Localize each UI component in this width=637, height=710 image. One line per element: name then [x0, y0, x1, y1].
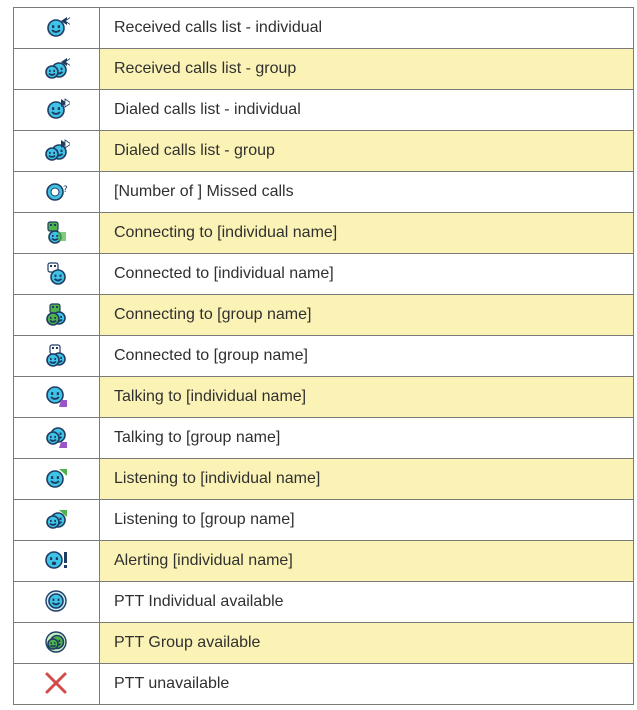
- legend-description: [Number of ] Missed calls: [99, 171, 634, 213]
- legend-description: Talking to [individual name]: [99, 376, 634, 418]
- missed-calls-icon: ?: [44, 183, 70, 201]
- legend-icon-cell: [13, 376, 100, 418]
- legend-description: PTT unavailable: [99, 663, 634, 705]
- dialed-calls-group-icon: [44, 139, 70, 161]
- svg-text:?: ?: [63, 185, 68, 195]
- legend-icon-cell: ?: [13, 171, 100, 213]
- connected-group-icon: [44, 344, 70, 367]
- legend-icon-cell: [13, 212, 100, 254]
- legend-icon-cell: [13, 540, 100, 582]
- icon-legend-rows: Received calls list - individual Received…: [13, 7, 634, 705]
- legend-icon-cell: [13, 7, 100, 49]
- connecting-individual-icon: [44, 221, 70, 244]
- legend-icon-cell: [13, 417, 100, 459]
- legend-description: Alerting [individual name]: [99, 540, 634, 582]
- legend-icon-cell: [13, 335, 100, 377]
- legend-icon-cell: [13, 622, 100, 664]
- legend-row: Talking to [group name]: [13, 417, 634, 459]
- legend-icon-cell: [13, 294, 100, 336]
- legend-description: Connecting to [group name]: [99, 294, 634, 336]
- legend-description: Connecting to [individual name]: [99, 212, 634, 254]
- dialed-calls-individual-icon: [44, 98, 70, 119]
- legend-row: PTT unavailable: [13, 663, 634, 705]
- ptt-group-available-icon: [44, 631, 70, 653]
- legend-row: Connecting to [group name]: [13, 294, 634, 336]
- legend-row: Dialed calls list - group: [13, 130, 634, 172]
- legend-row: Alerting [individual name]: [13, 540, 634, 582]
- legend-icon-cell: [13, 581, 100, 623]
- alerting-individual-icon: [44, 551, 70, 569]
- legend-description: Listening to [individual name]: [99, 458, 634, 500]
- legend-row: Listening to [individual name]: [13, 458, 634, 500]
- legend-row: Received calls list - individual: [13, 7, 634, 49]
- listening-individual-icon: [44, 469, 70, 488]
- legend-row: Connected to [individual name]: [13, 253, 634, 295]
- legend-icon-cell: [13, 458, 100, 500]
- ptt-individual-available-icon: [44, 590, 70, 612]
- legend-icon-cell: [13, 48, 100, 90]
- legend-description: Dialed calls list - individual: [99, 89, 634, 131]
- legend-icon-cell: [13, 89, 100, 131]
- legend-description: Talking to [group name]: [99, 417, 634, 459]
- legend-row: ? [Number of ] Missed calls: [13, 171, 634, 213]
- legend-description: Listening to [group name]: [99, 499, 634, 541]
- legend-description: PTT Individual available: [99, 581, 634, 623]
- connected-individual-icon: [44, 262, 70, 285]
- legend-description: PTT Group available: [99, 622, 634, 664]
- talking-individual-icon: [44, 386, 70, 407]
- legend-icon-cell: [13, 130, 100, 172]
- received-calls-group-icon: [44, 58, 70, 79]
- legend-row: Connected to [group name]: [13, 335, 634, 377]
- legend-row: Talking to [individual name]: [13, 376, 634, 418]
- legend-row: Listening to [group name]: [13, 499, 634, 541]
- ptt-unavailable-icon: [44, 672, 70, 694]
- legend-description: Connected to [individual name]: [99, 253, 634, 295]
- legend-description: Received calls list - individual: [99, 7, 634, 49]
- legend-icon-cell: [13, 499, 100, 541]
- legend-description: Dialed calls list - group: [99, 130, 634, 172]
- legend-description: Connected to [group name]: [99, 335, 634, 377]
- received-calls-individual-icon: [44, 17, 70, 37]
- icon-legend-table: Received calls list - individual Received…: [13, 7, 634, 705]
- talking-group-icon: [44, 427, 70, 448]
- icon-legend: Received calls list - individual Received…: [0, 0, 637, 705]
- legend-description: Received calls list - group: [99, 48, 634, 90]
- legend-row: PTT Individual available: [13, 581, 634, 623]
- legend-row: Received calls list - group: [13, 48, 634, 90]
- legend-row: Dialed calls list - individual: [13, 89, 634, 131]
- legend-row: Connecting to [individual name]: [13, 212, 634, 254]
- listening-group-icon: [44, 510, 70, 529]
- legend-icon-cell: [13, 663, 100, 705]
- legend-icon-cell: [13, 253, 100, 295]
- connecting-group-icon: [44, 303, 70, 326]
- legend-row: PTT Group available: [13, 622, 634, 664]
